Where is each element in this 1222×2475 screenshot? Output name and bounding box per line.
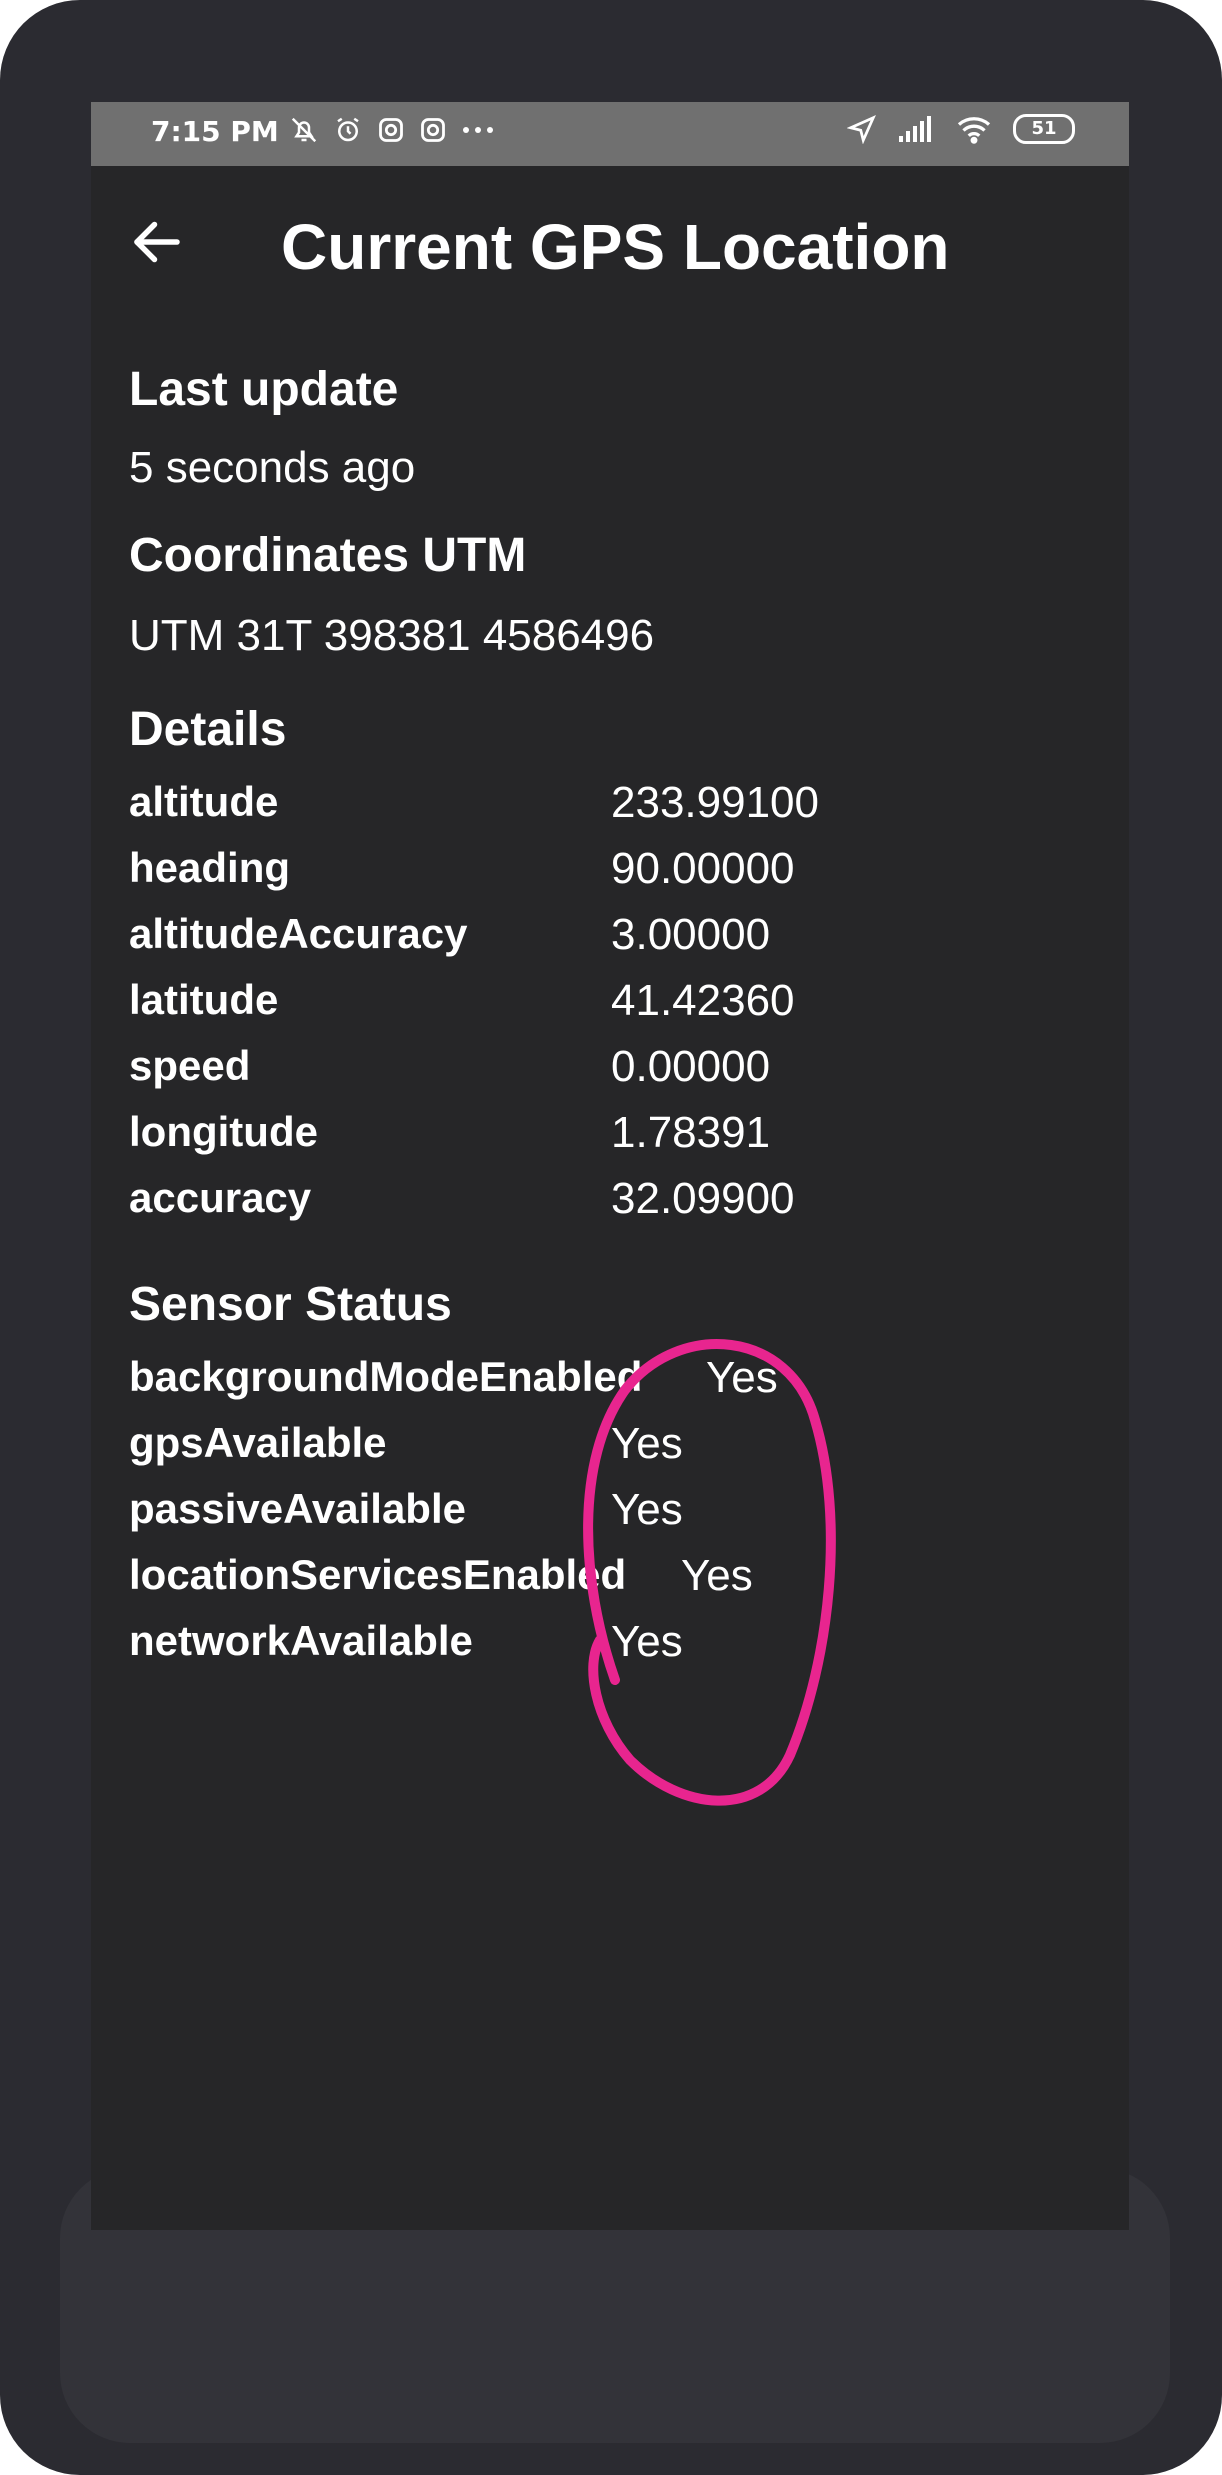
sensor-value: Yes <box>611 1617 683 1666</box>
status-right-icons: 51 <box>847 114 1075 144</box>
sensor-status-section: Sensor Status backgroundModeEnabled Yes … <box>129 1275 1089 1675</box>
sensor-value: Yes <box>681 1551 753 1600</box>
detail-value: 233.99100 <box>611 778 819 827</box>
sensor-key: backgroundModeEnabled <box>129 1353 643 1400</box>
sensor-row: gpsAvailable Yes <box>129 1419 1089 1485</box>
phone-screen: 7:15 PM 51 Current GPS Location Last upd… <box>91 102 1129 2230</box>
back-arrow-icon[interactable] <box>127 212 187 272</box>
detail-value: 90.00000 <box>611 844 795 893</box>
detail-key: speed <box>129 1042 251 1089</box>
detail-key: longitude <box>129 1108 318 1155</box>
detail-value: 32.09900 <box>611 1174 795 1223</box>
sensor-row: networkAvailable Yes <box>129 1617 1089 1683</box>
details-section: Details altitude 233.99100 heading 90.00… <box>129 700 1089 1230</box>
sensor-key: passiveAvailable <box>129 1485 466 1532</box>
sensor-status-list: backgroundModeEnabled Yes gpsAvailable Y… <box>129 1335 1089 1675</box>
wifi-icon <box>957 117 991 144</box>
sensor-key: locationServicesEnabled <box>129 1551 627 1598</box>
coordinates-section: Coordinates UTM UTM 31T 398381 4586496 <box>129 526 654 664</box>
detail-value: 3.00000 <box>611 910 771 959</box>
alarm-icon <box>337 117 359 142</box>
last-update-section: Last update 5 seconds ago <box>129 360 415 496</box>
last-update-value: 5 seconds ago <box>129 443 416 492</box>
detail-key: altitude <box>129 778 279 825</box>
page-title: Current GPS Location <box>281 211 950 283</box>
more-dots-icon <box>463 127 493 133</box>
instagram-icon <box>421 118 445 142</box>
detail-key: accuracy <box>129 1174 312 1221</box>
sensor-value: Yes <box>611 1485 683 1534</box>
signal-icon <box>899 116 931 142</box>
status-bar: 7:15 PM 51 <box>91 102 1129 166</box>
detail-value: 1.78391 <box>611 1108 771 1157</box>
detail-row: longitude 1.78391 <box>129 1108 1089 1174</box>
detail-row: altitudeAccuracy 3.00000 <box>129 910 1089 976</box>
detail-row: latitude 41.42360 <box>129 976 1089 1042</box>
coordinates-heading: Coordinates UTM <box>129 529 527 582</box>
instagram-icon <box>379 118 403 142</box>
detail-value: 0.00000 <box>611 1042 771 1091</box>
details-heading: Details <box>129 703 287 756</box>
sensor-key: networkAvailable <box>129 1617 473 1664</box>
sensor-row: locationServicesEnabled Yes <box>129 1551 1089 1617</box>
status-time: 7:15 PM <box>151 115 279 148</box>
detail-row: accuracy 32.09900 <box>129 1174 1089 1240</box>
detail-key: altitudeAccuracy <box>129 910 468 957</box>
details-list: altitude 233.99100 heading 90.00000 alti… <box>129 760 1089 1230</box>
detail-key: heading <box>129 844 291 891</box>
detail-row: altitude 233.99100 <box>129 778 1089 844</box>
status-left-icons <box>289 115 495 145</box>
coordinates-value: UTM 31T 398381 4586496 <box>129 611 655 660</box>
sensor-row: backgroundModeEnabled Yes <box>129 1353 1089 1419</box>
bell-off-icon <box>291 117 317 143</box>
sensor-status-heading: Sensor Status <box>129 1278 452 1331</box>
last-update-heading: Last update <box>129 363 399 416</box>
battery-indicator: 51 <box>1013 114 1075 144</box>
detail-row: heading 90.00000 <box>129 844 1089 910</box>
detail-value: 41.42360 <box>611 976 795 1025</box>
detail-key: latitude <box>129 976 279 1023</box>
location-arrow-icon <box>847 115 876 144</box>
sensor-key: gpsAvailable <box>129 1419 387 1466</box>
detail-row: speed 0.00000 <box>129 1042 1089 1108</box>
sensor-value: Yes <box>611 1419 683 1468</box>
sensor-value: Yes <box>706 1353 778 1402</box>
sensor-row: passiveAvailable Yes <box>129 1485 1089 1551</box>
app-bar: Current GPS Location <box>91 166 1129 326</box>
